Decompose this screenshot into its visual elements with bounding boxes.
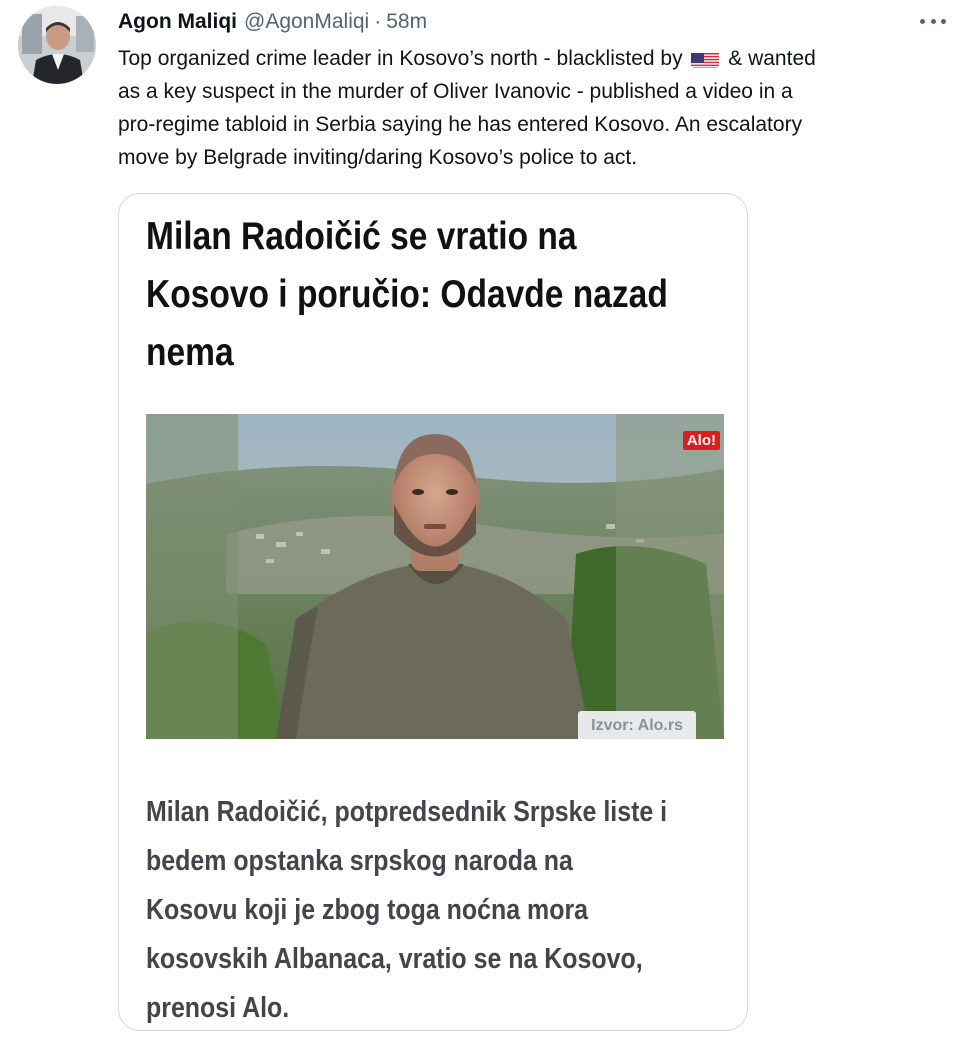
tweet-text-segment: Top organized crime leader in Kosovo’s n… [118, 47, 689, 70]
article-title-line: Kosovo i poručio: Odavde nazad [146, 273, 668, 316]
more-horizontal-icon[interactable] [920, 10, 946, 32]
us-flag-icon [691, 49, 720, 68]
author-handle[interactable]: @AgonMaliqi [244, 8, 369, 36]
more-dot [941, 18, 946, 24]
attached-image-card[interactable]: Milan Radoičić se vratio na Kosovo i por… [118, 193, 748, 1031]
tweet-header: Agon Maliqi @AgonMaliqi · 58m [118, 8, 427, 36]
author-avatar[interactable] [18, 6, 96, 84]
article-body-line: prenosi Alo. [146, 992, 290, 1024]
tweet-text-line: move by Belgrade inviting/daring Kosovo’… [118, 146, 638, 169]
article-body: Milan Radoičić, potpredsednik Srpske lis… [146, 788, 696, 1030]
tweet-timestamp[interactable]: 58m [386, 8, 427, 36]
tweet-text-line: pro-regime tabloid in Serbia saying he h… [118, 113, 803, 136]
article-title: Milan Radoičić se vratio na Kosovo i por… [146, 208, 668, 382]
article-title-line: Milan Radoičić se vratio na [146, 215, 577, 258]
avatar-photo [18, 6, 96, 84]
article-body-line: Milan Radoičić, potpredsednik Srpske lis… [146, 796, 668, 828]
more-dot [920, 18, 925, 24]
alo-logo: Alo! [682, 431, 720, 450]
tweet-text-line: Top organized crime leader in Kosovo’s n… [118, 42, 948, 75]
more-dot [930, 18, 936, 24]
tweet-text-segment: & wanted [722, 47, 816, 70]
video-still-graphic [146, 414, 724, 739]
tweet-text-line: as a key suspect in the murder of Oliver… [118, 80, 793, 103]
article-body-line: bedem opstanka srpskog naroda na [146, 845, 573, 877]
article-title-line: nema [146, 331, 234, 374]
tweet-text: Top organized crime leader in Kosovo’s n… [118, 42, 948, 174]
video-still-image: Alo! Izvor: Alo.rs [146, 414, 724, 739]
article-body-line: Kosovu koji je zbog toga noćna mora [146, 894, 589, 926]
header-separator: · [374, 10, 382, 33]
author-name[interactable]: Agon Maliqi [118, 8, 237, 36]
article-body-line: kosovskih Albanaca, vratio se na Kosovo, [146, 943, 643, 975]
image-source-label: Izvor: Alo.rs [578, 711, 696, 739]
